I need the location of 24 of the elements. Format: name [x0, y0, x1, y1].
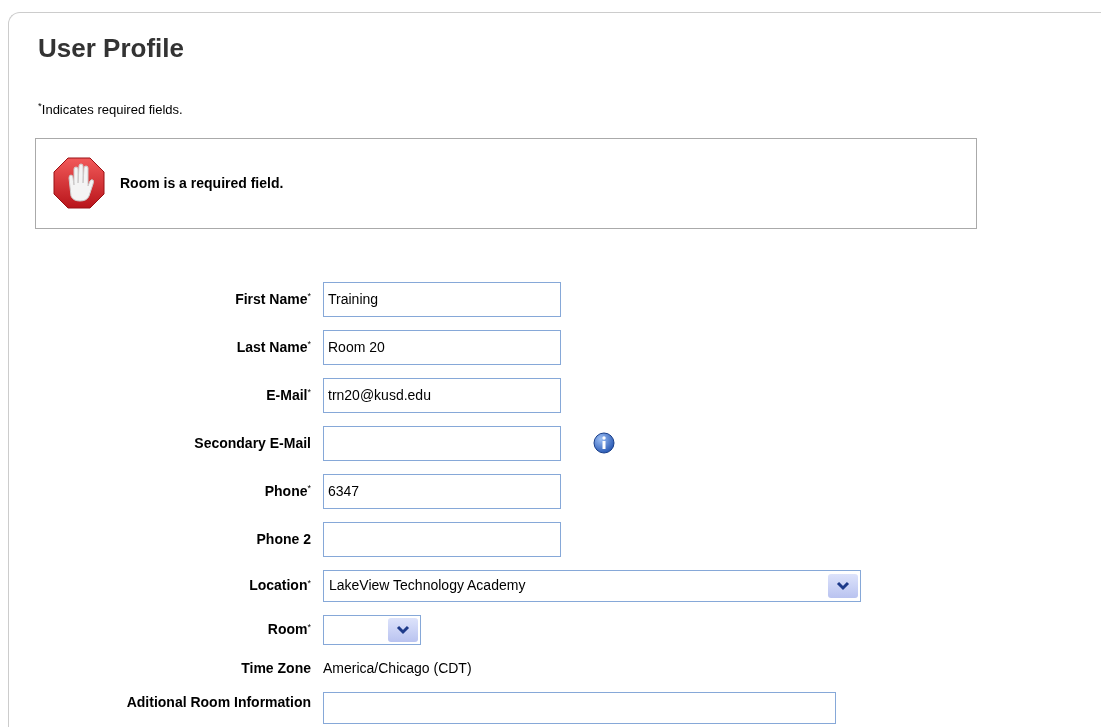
text-field[interactable]: [323, 521, 561, 557]
field-label: Aditional Room Information: [125, 692, 311, 712]
text-field[interactable]: Training: [323, 281, 561, 317]
text-field[interactable]: trn20@kusd.edu: [323, 377, 561, 413]
info-icon[interactable]: [593, 432, 615, 455]
field-label: Secondary E-Mail: [193, 433, 311, 453]
field-label: Phone 2: [255, 529, 311, 549]
field-value: America/Chicago (CDT): [323, 658, 472, 678]
field-label: First Name$^{*}$: [234, 289, 311, 309]
stop-hand-icon: [52, 156, 106, 211]
required-note: $^{*}$Indicates required fields.: [38, 100, 184, 120]
field-label: Last Name$^{*}$: [235, 337, 311, 357]
text-area[interactable]: [323, 691, 836, 724]
page-title: User Profile: [38, 33, 185, 65]
error-message: Room is a required field.: [120, 173, 284, 193]
dropdown[interactable]: LakeView Technology Academy: [323, 569, 861, 602]
text-field[interactable]: 6347: [323, 473, 561, 509]
text-field[interactable]: [323, 425, 561, 461]
field-label: Location$^{*}$: [248, 576, 311, 596]
text-field[interactable]: Room 20: [323, 329, 561, 365]
field-label: Room$^{*}$: [266, 620, 311, 640]
field-label: Time Zone: [240, 658, 311, 678]
field-label: E-Mail$^{*}$: [265, 385, 311, 405]
field-label: Phone$^{*}$: [263, 481, 311, 501]
